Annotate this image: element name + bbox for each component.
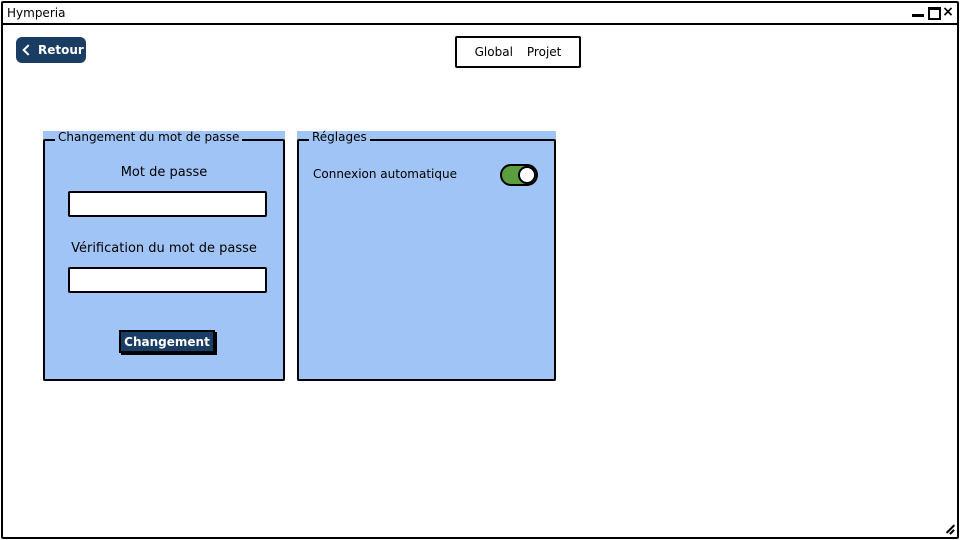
- settings-panel: Réglages Connexion automatique: [297, 131, 556, 381]
- toggle-knob: [518, 166, 536, 184]
- tab-projet[interactable]: Projet: [527, 45, 561, 59]
- title-bar: Hymperia ×: [3, 3, 957, 25]
- password-field[interactable]: [68, 191, 267, 217]
- minimize-icon[interactable]: [911, 5, 925, 19]
- chevron-left-icon: [22, 44, 34, 56]
- auto-login-toggle[interactable]: [500, 164, 538, 186]
- panel-legend: Réglages: [309, 131, 370, 144]
- app-window: Hymperia × Retour Global Projet Changeme…: [1, 1, 959, 539]
- auto-login-label: Connexion automatique: [313, 167, 457, 181]
- resize-grip-icon[interactable]: [943, 523, 955, 535]
- close-icon[interactable]: ×: [941, 5, 955, 19]
- verify-password-label: Vérification du mot de passe: [71, 241, 257, 256]
- change-password-button[interactable]: Changement: [119, 330, 215, 353]
- password-label: Mot de passe: [120, 165, 208, 180]
- back-button[interactable]: Retour: [16, 37, 86, 63]
- verify-password-field[interactable]: [68, 267, 267, 293]
- tab-bar: Global Projet: [455, 36, 581, 68]
- window-title: Hymperia: [7, 6, 66, 20]
- panel-legend: Changement du mot de passe: [55, 131, 243, 144]
- maximize-icon[interactable]: [927, 5, 941, 20]
- password-change-panel: Changement du mot de passe Mot de passe …: [43, 131, 285, 381]
- back-button-label: Retour: [38, 43, 84, 57]
- tab-global[interactable]: Global: [475, 45, 513, 59]
